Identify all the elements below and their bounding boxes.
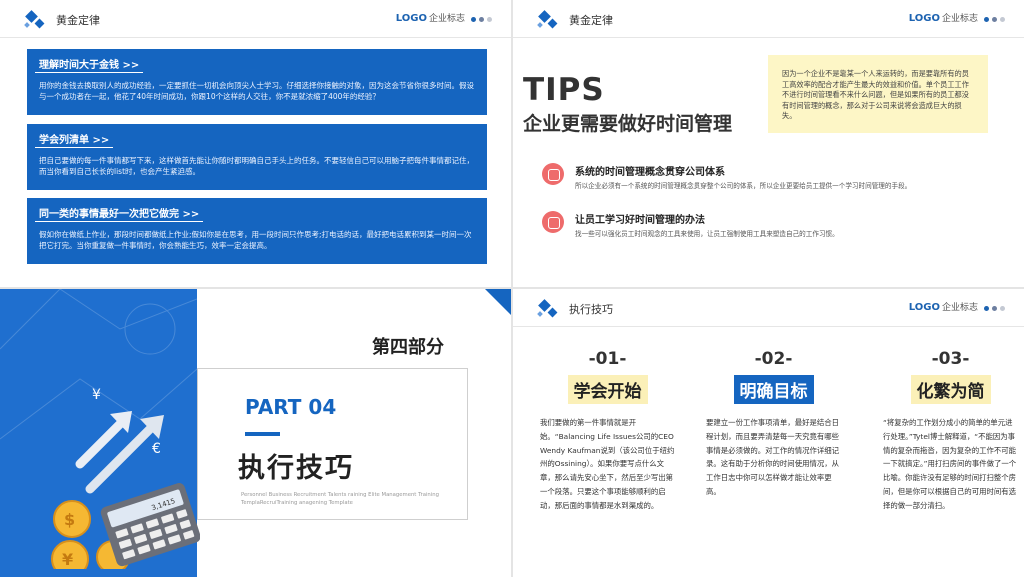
rule-body: 用你的金钱去换取别人的成功经验，一定要抓住一切机会向顶尖人士学习。仔细选择你接触… xyxy=(39,81,474,101)
skill-number: -02- xyxy=(754,349,793,369)
diamond-logo-icon xyxy=(537,10,558,29)
svg-text:¥: ¥ xyxy=(62,550,73,569)
slide-section-cover[interactable]: ¥ € $ ¥ 3,1415 第四部分 PART 04 执行技巧 Personn… xyxy=(0,289,511,577)
svg-text:$: $ xyxy=(64,510,75,529)
dots-icon xyxy=(984,306,1008,312)
tips-subtitle: 企业更需要做好时间管理 xyxy=(523,113,733,135)
square-icon xyxy=(542,211,564,233)
rule-title: 同一类的事情最好一次把它做完 >> xyxy=(35,204,204,222)
company-logo: LOGO 企业标志 xyxy=(396,11,465,24)
logo-subtext: 企业标志 xyxy=(941,14,978,24)
slide-tips[interactable]: 黄金定律 LOGO 企业标志 TIPS 企业更需要做好时间管理 因为一个企业不是靠… xyxy=(513,0,1024,287)
diamond-logo-icon xyxy=(537,299,558,318)
diamond-logo-icon xyxy=(24,10,45,29)
logo-subtext: 企业标志 xyxy=(428,14,465,24)
skill-heading: 学会开始 xyxy=(567,375,648,404)
corner-triangle-icon xyxy=(485,289,511,315)
rule-block[interactable]: 理解时间大于金钱 >> 用你的金钱去换取别人的成功经验，一定要抓住一切机会向顶尖… xyxy=(27,49,487,115)
note-card: 因为一个企业不是靠某一个人来运转的，而是要靠所有的员工高效率的配合才能产生最大的… xyxy=(768,55,988,133)
skill-column[interactable]: -03- 化繁为简 “将复杂的工作划分成小的简单的单元进行处理。”Tytel博士… xyxy=(883,349,1018,513)
header-title: 黄金定律 xyxy=(569,14,613,27)
skill-column[interactable]: -01- 学会开始 我们要做的第一件事情就是开始。“Balancing Life… xyxy=(540,349,675,513)
logo-text: LOGO xyxy=(908,302,940,313)
tip-body: 找一些可以强化员工时间观念的工具来使用，让员工强制使用工具来塑造自己的工作习惯。 xyxy=(575,230,839,238)
slide-golden-rules[interactable]: 黄金定律 LOGO 企业标志 理解时间大于金钱 >> 用你的金钱去换取别人的成功经… xyxy=(0,0,511,287)
section-caption: Personnel Business Recruitment Talents r… xyxy=(241,492,439,506)
header-title: 黄金定律 xyxy=(56,14,100,27)
skill-column[interactable]: -02- 明确目标 要建立一份工作事项清单，最好是结合日程计划，而且要弄清楚每一… xyxy=(706,349,841,499)
tips-heading: TIPS xyxy=(523,72,605,108)
slide-header: 执行技巧 LOGO 企业标志 xyxy=(513,289,1024,327)
skill-number: -03- xyxy=(931,349,970,369)
slide-header: 黄金定律 LOGO 企业标志 xyxy=(0,0,511,38)
square-icon xyxy=(542,163,564,185)
rule-block[interactable]: 同一类的事情最好一次把它做完 >> 假如你在做纸上作业，那段时间都做纸上作业;假… xyxy=(27,198,487,264)
dots-icon xyxy=(471,17,495,23)
company-logo: LOGO 企业标志 xyxy=(909,11,978,24)
skill-body: 要建立一份工作事项清单，最好是结合日程计划，而且要弄清楚每一天究竟有哪些事情是必… xyxy=(706,418,840,496)
logo-subtext: 企业标志 xyxy=(941,303,978,313)
section-label: 第四部分 xyxy=(372,337,444,358)
logo-text: LOGO xyxy=(395,13,427,24)
section-title: 执行技巧 xyxy=(238,453,354,484)
euro-sign: € xyxy=(152,441,161,457)
yen-sign: ¥ xyxy=(92,387,101,403)
rule-title: 学会列清单 >> xyxy=(35,130,114,148)
header-title: 执行技巧 xyxy=(569,303,613,316)
rule-body: 把自己要做的每一件事情都写下来，这样做首先能让你随时都明确自己手头上的任务。不要… xyxy=(39,156,474,176)
part-number: PART 04 xyxy=(245,395,337,419)
accent-bar xyxy=(245,432,280,436)
skill-heading: 明确目标 xyxy=(733,375,814,404)
skill-heading: 化繁为简 xyxy=(910,375,991,404)
rule-block[interactable]: 学会列清单 >> 把自己要做的每一件事情都写下来，这样做首先能让你随时都明确自己… xyxy=(27,124,487,190)
tip-title: 让员工学习好时间管理的办法 xyxy=(575,215,705,226)
company-logo: LOGO 企业标志 xyxy=(909,300,978,313)
logo-text: LOGO xyxy=(908,13,940,24)
finance-illustration: ¥ € $ ¥ 3,1415 xyxy=(51,387,200,569)
tip-body: 所以企业必须有一个系统的时间管理概念贯穿整个公司的体系，所以企业更要给员工提供一… xyxy=(575,182,912,190)
slide-header: 黄金定律 LOGO 企业标志 xyxy=(513,0,1024,38)
tip-title: 系统的时间管理概念贯穿公司体系 xyxy=(575,167,725,178)
rule-title: 理解时间大于金钱 >> xyxy=(35,55,144,73)
dots-icon xyxy=(984,17,1008,23)
slide-execution-skills[interactable]: 执行技巧 LOGO 企业标志 -01- 学会开始 我们要做的第一件事情就是开始。“… xyxy=(513,289,1024,577)
skill-body: “将复杂的工作划分成小的简单的单元进行处理。”Tytel博士解释道，“不能因为事… xyxy=(883,418,1017,510)
skill-body: 我们要做的第一件事情就是开始。“Balancing Life Issues公司的… xyxy=(540,418,675,510)
rule-body: 假如你在做纸上作业，那段时间都做纸上作业;假如你是在思考，用一段时间只作思考;打… xyxy=(39,230,472,250)
skill-number: -01- xyxy=(588,349,627,369)
